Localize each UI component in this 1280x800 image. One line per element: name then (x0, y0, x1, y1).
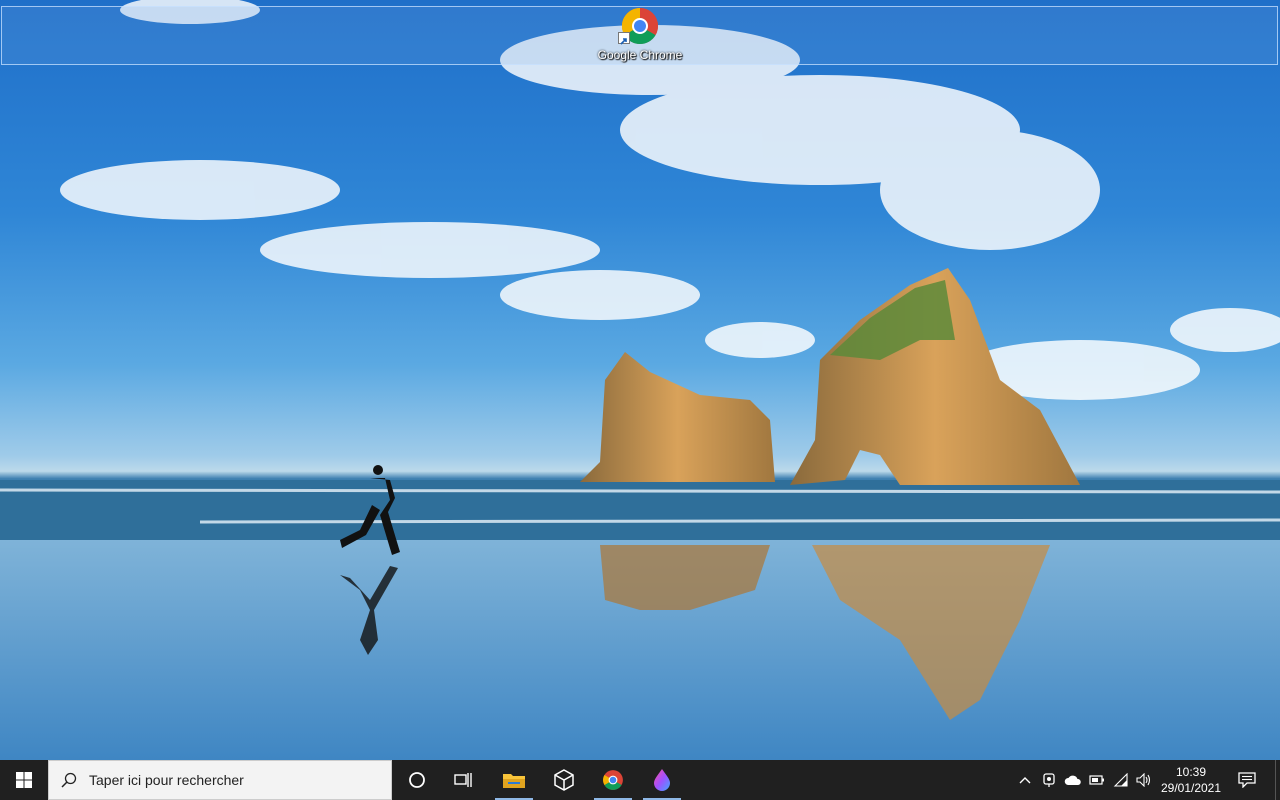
start-button[interactable] (0, 760, 48, 800)
taskbar-3d-app[interactable] (541, 760, 587, 800)
clock-time: 10:39 (1175, 765, 1207, 779)
chrome-icon (603, 770, 623, 790)
task-view-button[interactable] (440, 760, 486, 800)
clock-date: 29/01/2021 (1160, 781, 1222, 795)
taskbar-search-box[interactable]: Taper ici pour rechercher (48, 760, 392, 800)
taskbar-file-explorer[interactable] (491, 760, 537, 800)
windows-logo-icon (16, 772, 32, 788)
wifi-icon (1113, 773, 1128, 787)
tray-wifi[interactable] (1109, 760, 1133, 800)
desktop-icon-google-chrome[interactable]: Google Chrome (592, 6, 688, 68)
onedrive-icon (1064, 775, 1081, 785)
cortana-circle-icon (409, 772, 425, 788)
taskbar-paint-app[interactable] (639, 760, 685, 800)
cortana-button[interactable] (394, 760, 440, 800)
notification-icon (1238, 772, 1256, 788)
tray-onedrive[interactable] (1061, 760, 1085, 800)
desktop-icon-label: Google Chrome (597, 48, 683, 62)
taskbar-clock[interactable]: 10:39 29/01/2021 (1160, 760, 1222, 800)
action-center-button[interactable] (1232, 760, 1262, 800)
show-desktop-button[interactable] (1275, 760, 1280, 800)
show-hidden-icons-button[interactable] (1013, 760, 1037, 800)
taskbar-chrome[interactable] (590, 760, 636, 800)
desktop-background: Google Chrome (0, 0, 1280, 760)
cube-icon (554, 769, 574, 791)
chrome-icon (618, 6, 660, 46)
task-view-icon (454, 773, 472, 787)
drop-icon (654, 769, 670, 791)
tray-volume[interactable] (1132, 760, 1156, 800)
chevron-up-icon (1019, 777, 1031, 784)
shortcut-arrow-icon (618, 32, 630, 45)
search-placeholder: Taper ici pour rechercher (89, 772, 244, 788)
wallpaper-scene (0, 0, 1280, 760)
meet-icon (1043, 773, 1055, 787)
battery-icon (1089, 775, 1104, 785)
folder-icon (503, 774, 525, 788)
tray-battery[interactable] (1085, 760, 1109, 800)
search-icon (61, 772, 77, 788)
taskbar: Taper ici pour rechercher 10:39 29/01/20… (0, 760, 1280, 800)
tray-meet-now[interactable] (1037, 760, 1061, 800)
volume-icon (1136, 773, 1151, 787)
